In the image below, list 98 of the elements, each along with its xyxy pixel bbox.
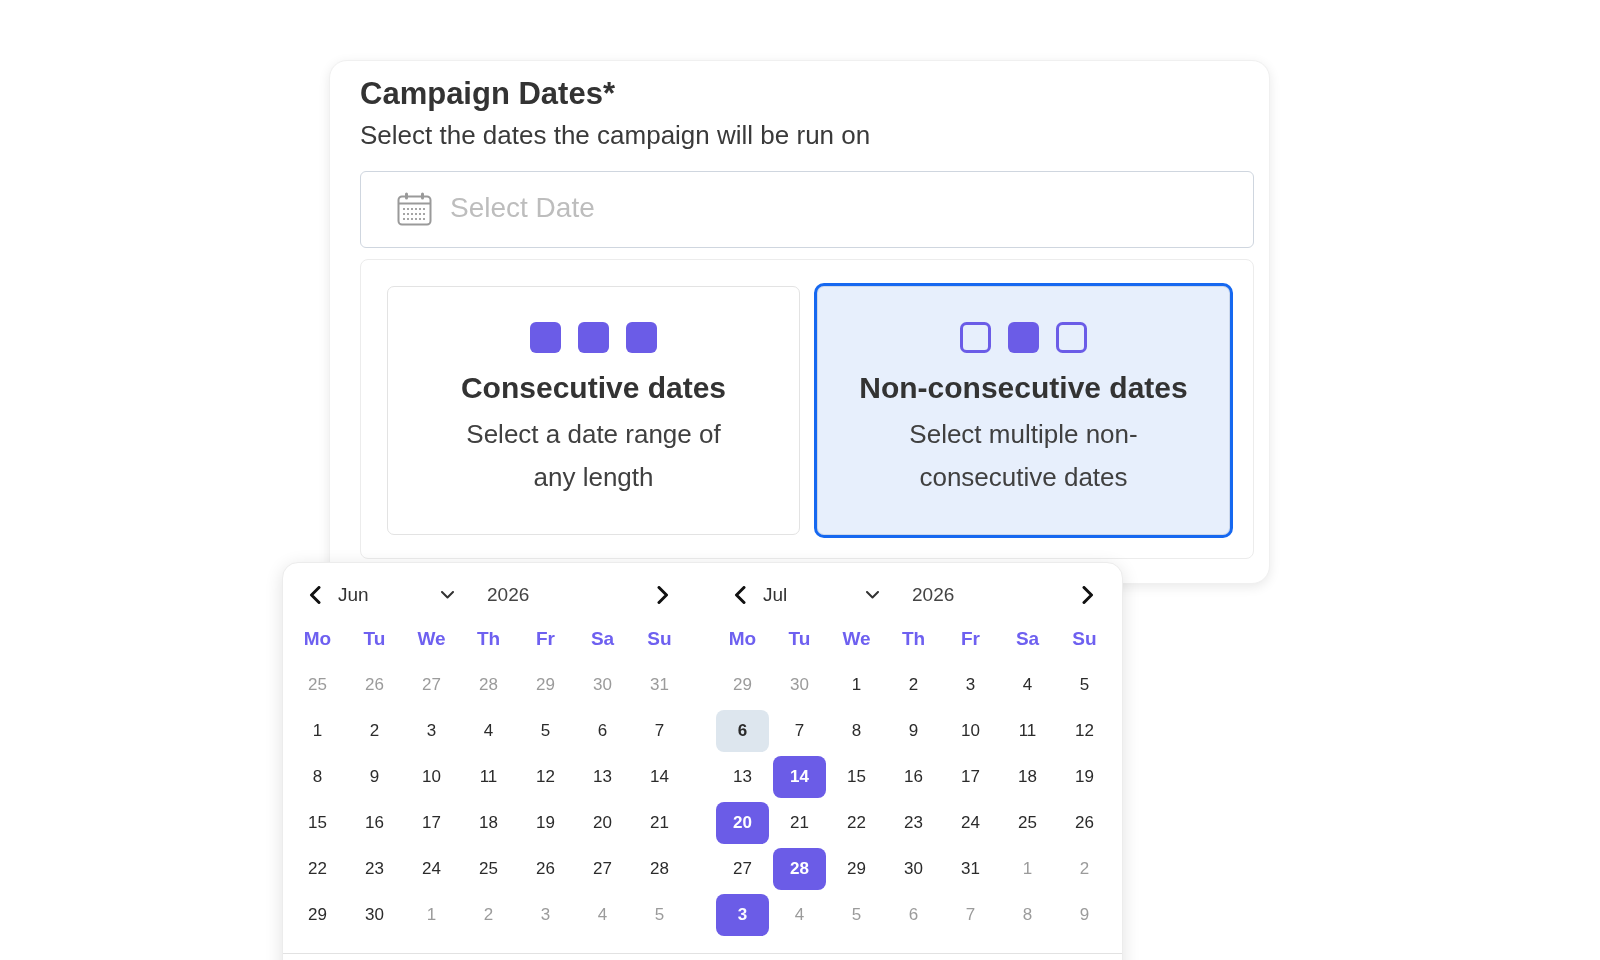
calendar-day[interactable]: 7 bbox=[773, 710, 826, 752]
weekday-label: We bbox=[841, 627, 872, 651]
option-description: Select multiple non-consecutive dates bbox=[908, 418, 1139, 494]
calendar-day[interactable]: 28 bbox=[633, 848, 686, 890]
calendar-day[interactable]: 3 bbox=[716, 894, 769, 936]
calendar-day[interactable]: 13 bbox=[716, 756, 769, 798]
squares-icon bbox=[960, 322, 1087, 353]
calendar-day[interactable]: 13 bbox=[576, 756, 629, 798]
month-select[interactable]: Jun bbox=[333, 579, 458, 611]
calendar-day[interactable]: 18 bbox=[462, 802, 515, 844]
weekday-label: Fr bbox=[960, 627, 981, 651]
calendar-day[interactable]: 11 bbox=[1001, 710, 1054, 752]
calendar-day[interactable]: 11 bbox=[462, 756, 515, 798]
calendar-day[interactable]: 14 bbox=[633, 756, 686, 798]
option-title: Consecutive dates bbox=[460, 370, 727, 406]
calendar-day[interactable]: 5 bbox=[519, 710, 572, 752]
weekday-label: Su bbox=[646, 627, 673, 651]
calendar-day[interactable]: 5 bbox=[1058, 664, 1111, 706]
calendar-day[interactable]: 12 bbox=[519, 756, 572, 798]
weekday-label: Th bbox=[475, 627, 502, 651]
calendar-day[interactable]: 9 bbox=[887, 710, 940, 752]
calendar-day[interactable]: 10 bbox=[944, 710, 997, 752]
calendar-day[interactable]: 19 bbox=[519, 802, 572, 844]
calendar-day[interactable]: 20 bbox=[576, 802, 629, 844]
weekday-label: Tu bbox=[362, 627, 387, 651]
weekday-label: Sa bbox=[589, 627, 616, 651]
calendar-day[interactable]: 22 bbox=[291, 848, 344, 890]
calendar-day[interactable]: 20 bbox=[716, 802, 769, 844]
chevron-right-icon bbox=[657, 586, 669, 604]
weekday-label: Mo bbox=[727, 627, 758, 651]
date-input-field[interactable]: Select Date bbox=[360, 171, 1254, 248]
calendar-day[interactable]: 21 bbox=[773, 802, 826, 844]
weekday-label: Th bbox=[900, 627, 927, 651]
calendar-day[interactable]: 24 bbox=[405, 848, 458, 890]
calendar-day[interactable]: 23 bbox=[887, 802, 940, 844]
calendar-day[interactable]: 16 bbox=[348, 802, 401, 844]
weekday-label: Tu bbox=[787, 627, 812, 651]
option-title: Non-consecutive dates bbox=[859, 370, 1188, 406]
calendar-day[interactable]: 12 bbox=[1058, 710, 1111, 752]
calendar-day[interactable]: 22 bbox=[830, 802, 883, 844]
calendar-day[interactable]: 7 bbox=[633, 710, 686, 752]
calendar-day[interactable]: 4 bbox=[1001, 664, 1054, 706]
calendar-day[interactable]: 19 bbox=[1058, 756, 1111, 798]
option-description: Select a date range of any length bbox=[465, 418, 722, 494]
calendar-day[interactable]: 9 bbox=[348, 756, 401, 798]
calendar-day[interactable]: 21 bbox=[633, 802, 686, 844]
calendar-day[interactable]: 25 bbox=[462, 848, 515, 890]
calendar-day[interactable]: 23 bbox=[348, 848, 401, 890]
calendar-day[interactable]: 27 bbox=[576, 848, 629, 890]
calendar-day[interactable]: 3 bbox=[405, 710, 458, 752]
calendar-day[interactable]: 28 bbox=[773, 848, 826, 890]
section-subtitle: Select the dates the campaign will be run on bbox=[360, 119, 872, 152]
chevron-right-icon bbox=[1082, 586, 1094, 604]
calendar-day[interactable]: 26 bbox=[519, 848, 572, 890]
date-mode-option[interactable]: Consecutive dates Select a date range of any length bbox=[387, 286, 800, 535]
calendar-day[interactable]: 6 bbox=[716, 710, 769, 752]
calendar-day[interactable]: 8 bbox=[291, 756, 344, 798]
calendar-day[interactable]: 8 bbox=[830, 710, 883, 752]
calendar-day[interactable]: 26 bbox=[1058, 802, 1111, 844]
calendar-day[interactable]: 2 bbox=[887, 664, 940, 706]
calendar-day[interactable]: 1 bbox=[291, 710, 344, 752]
calendar-day[interactable]: 27 bbox=[716, 848, 769, 890]
calendar-day[interactable]: 31 bbox=[944, 848, 997, 890]
calendar-day[interactable]: 6 bbox=[576, 710, 629, 752]
calendar-day[interactable]: 30 bbox=[348, 894, 401, 936]
calendar-day[interactable]: 4 bbox=[462, 710, 515, 752]
calendar-icon bbox=[397, 192, 432, 226]
calendar-day[interactable]: 29 bbox=[291, 894, 344, 936]
weekday-label: Su bbox=[1071, 627, 1098, 651]
chevron-left-icon bbox=[734, 586, 746, 604]
calendar-day[interactable]: 25 bbox=[1001, 802, 1054, 844]
calendar-day[interactable]: 16 bbox=[887, 756, 940, 798]
calendar-day[interactable]: 15 bbox=[830, 756, 883, 798]
month-select[interactable]: Jul bbox=[758, 579, 883, 611]
squares-icon bbox=[530, 322, 657, 353]
calendar-day[interactable]: 29 bbox=[830, 848, 883, 890]
calendar-day[interactable]: 17 bbox=[405, 802, 458, 844]
calendar-day[interactable]: 17 bbox=[944, 756, 997, 798]
year-select[interactable]: 2026 bbox=[487, 584, 530, 606]
calendar-day[interactable]: 14 bbox=[773, 756, 826, 798]
year-select[interactable]: 2026 bbox=[912, 584, 955, 606]
calendar-day[interactable]: 10 bbox=[405, 756, 458, 798]
chevron-left-icon bbox=[309, 586, 321, 604]
calendar-day[interactable]: 18 bbox=[1001, 756, 1054, 798]
section-title: Campaign Dates* bbox=[360, 76, 616, 112]
calendar-day[interactable]: 3 bbox=[944, 664, 997, 706]
weekday-label: Fr bbox=[535, 627, 556, 651]
chevron-down-icon bbox=[866, 591, 879, 599]
calendar-day[interactable]: 24 bbox=[944, 802, 997, 844]
weekday-label: Sa bbox=[1014, 627, 1041, 651]
calendar-day[interactable]: 1 bbox=[830, 664, 883, 706]
calendar-day[interactable]: 2 bbox=[348, 710, 401, 752]
weekday-label: Mo bbox=[302, 627, 333, 651]
calendar-day[interactable]: 30 bbox=[887, 848, 940, 890]
date-mode-option[interactable]: Non-consecutive dates Select multiple non-consecutive dates bbox=[814, 283, 1233, 538]
weekday-label: We bbox=[416, 627, 447, 651]
chevron-down-icon bbox=[441, 591, 454, 599]
calendar-day[interactable]: 15 bbox=[291, 802, 344, 844]
